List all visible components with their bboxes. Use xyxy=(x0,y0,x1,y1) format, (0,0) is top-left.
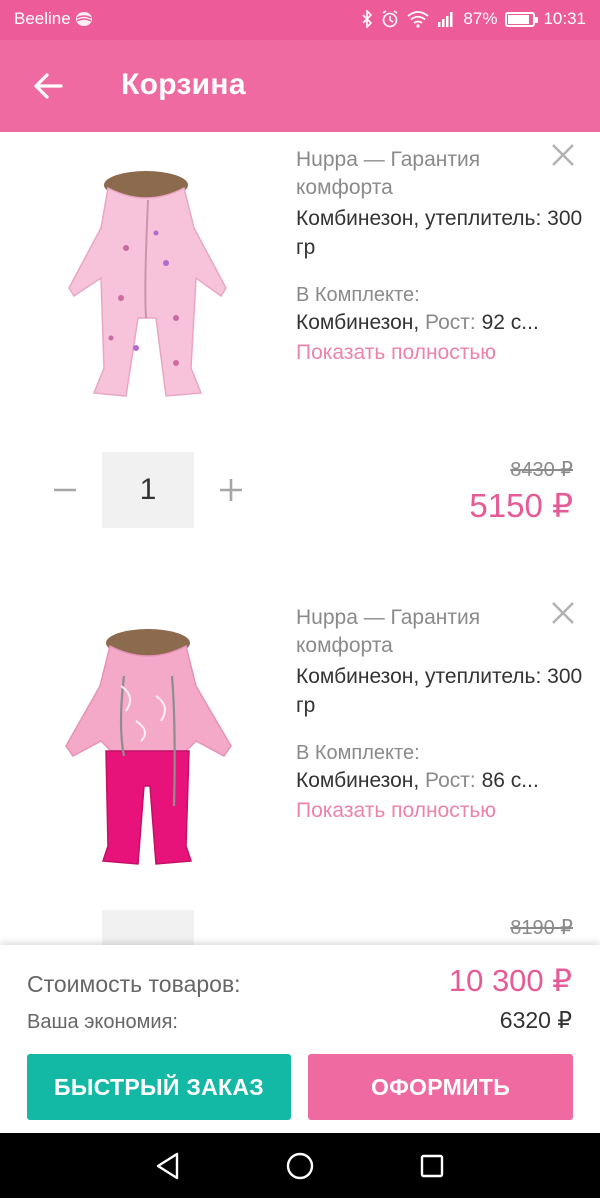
cart-list[interactable]: Huppa — Гарантия комфорта Комбинезон, ут… xyxy=(0,132,600,945)
decrease-button[interactable] xyxy=(50,472,80,508)
product-name: Комбинезон, утеплитель: 300 гр xyxy=(296,665,583,717)
jumpsuit-image xyxy=(65,629,232,865)
nav-home-button[interactable] xyxy=(282,1148,318,1184)
set-size-value: 92 с... xyxy=(481,311,539,334)
quantity-value[interactable]: 1 xyxy=(102,452,194,528)
cart-item: Huppa — Гарантия комфорта Комбинезон, ут… xyxy=(0,132,600,590)
show-more-link[interactable]: Показать полностью xyxy=(296,339,496,367)
plus-icon xyxy=(220,479,242,501)
quantity-value[interactable] xyxy=(102,910,194,945)
clock: 10:31 xyxy=(543,9,586,28)
show-more-link[interactable]: Показать полностью xyxy=(296,797,496,825)
back-button[interactable] xyxy=(28,66,68,106)
product-brand: Huppa — Гарантия комфорта xyxy=(296,148,481,199)
carrier: Beeline xyxy=(14,9,93,29)
wifi-icon xyxy=(407,11,429,28)
set-size-value: 86 с... xyxy=(481,769,539,792)
jumpsuit-image xyxy=(68,171,227,397)
order-summary: Стоимость товаров: 10 300 ₽ Ваша экономи… xyxy=(0,945,600,1133)
square-recents-icon xyxy=(420,1154,444,1178)
increase-button[interactable] xyxy=(216,472,246,508)
minus-icon xyxy=(54,488,76,492)
signal-icon xyxy=(438,12,453,27)
goods-cost-value: 10 300 ₽ xyxy=(448,963,572,998)
app-toolbar: Корзина xyxy=(0,40,600,132)
set-size-label: Рост: xyxy=(425,769,476,792)
old-price: 8430 ₽ xyxy=(510,459,573,481)
set-size-label: Рост: xyxy=(425,311,476,334)
nav-back-button[interactable] xyxy=(150,1148,186,1184)
savings-value: 6320 ₽ xyxy=(499,1007,572,1033)
arrow-left-icon xyxy=(34,73,63,99)
old-price: 8190 ₽ xyxy=(510,917,573,939)
battery-icon xyxy=(505,11,539,27)
set-item: Комбинезон, xyxy=(296,769,420,792)
goods-cost-label: Стоимость товаров: xyxy=(27,971,241,997)
product-image[interactable] xyxy=(26,626,271,871)
set-label: В Комплекте: xyxy=(296,742,420,764)
bluetooth-icon xyxy=(362,10,373,28)
set-value: Комбинезон, Рост: 86 с... xyxy=(296,767,566,794)
page-title: Корзина xyxy=(121,68,246,101)
savings-label: Ваша экономия: xyxy=(27,1011,178,1033)
quick-order-button[interactable]: БЫСТРЫЙ ЗАКАЗ xyxy=(27,1054,291,1120)
nav-recents-button[interactable] xyxy=(414,1148,450,1184)
circle-home-icon xyxy=(286,1152,314,1180)
system-nav-bar xyxy=(0,1133,600,1198)
carrier-name: Beeline xyxy=(14,9,71,28)
status-bar: Beeline 87% 10:31 xyxy=(0,0,600,40)
set-label: В Комплекте: xyxy=(296,284,420,306)
status-icons: 87% 10:31 xyxy=(361,9,586,29)
set-item: Комбинезон, xyxy=(296,311,420,334)
triangle-back-icon xyxy=(156,1152,179,1180)
set-value: Комбинезон, Рост: 92 с... xyxy=(296,309,566,336)
price: 5150 ₽ xyxy=(469,487,573,524)
battery-percent: 87% xyxy=(463,9,498,28)
product-name: Комбинезон, утеплитель: 300 гр xyxy=(296,207,583,259)
checkout-button[interactable]: ОФОРМИТЬ xyxy=(308,1054,573,1120)
carrier-logo-icon xyxy=(75,12,92,26)
cart-item: Huppa — Гарантия комфорта Комбинезон, ут… xyxy=(0,590,600,945)
product-image[interactable] xyxy=(26,168,271,413)
quantity-stepper: 1 xyxy=(40,452,260,528)
product-brand: Huppa — Гарантия комфорта xyxy=(296,606,481,657)
quantity-stepper xyxy=(40,910,260,945)
alarm-icon xyxy=(382,10,398,28)
